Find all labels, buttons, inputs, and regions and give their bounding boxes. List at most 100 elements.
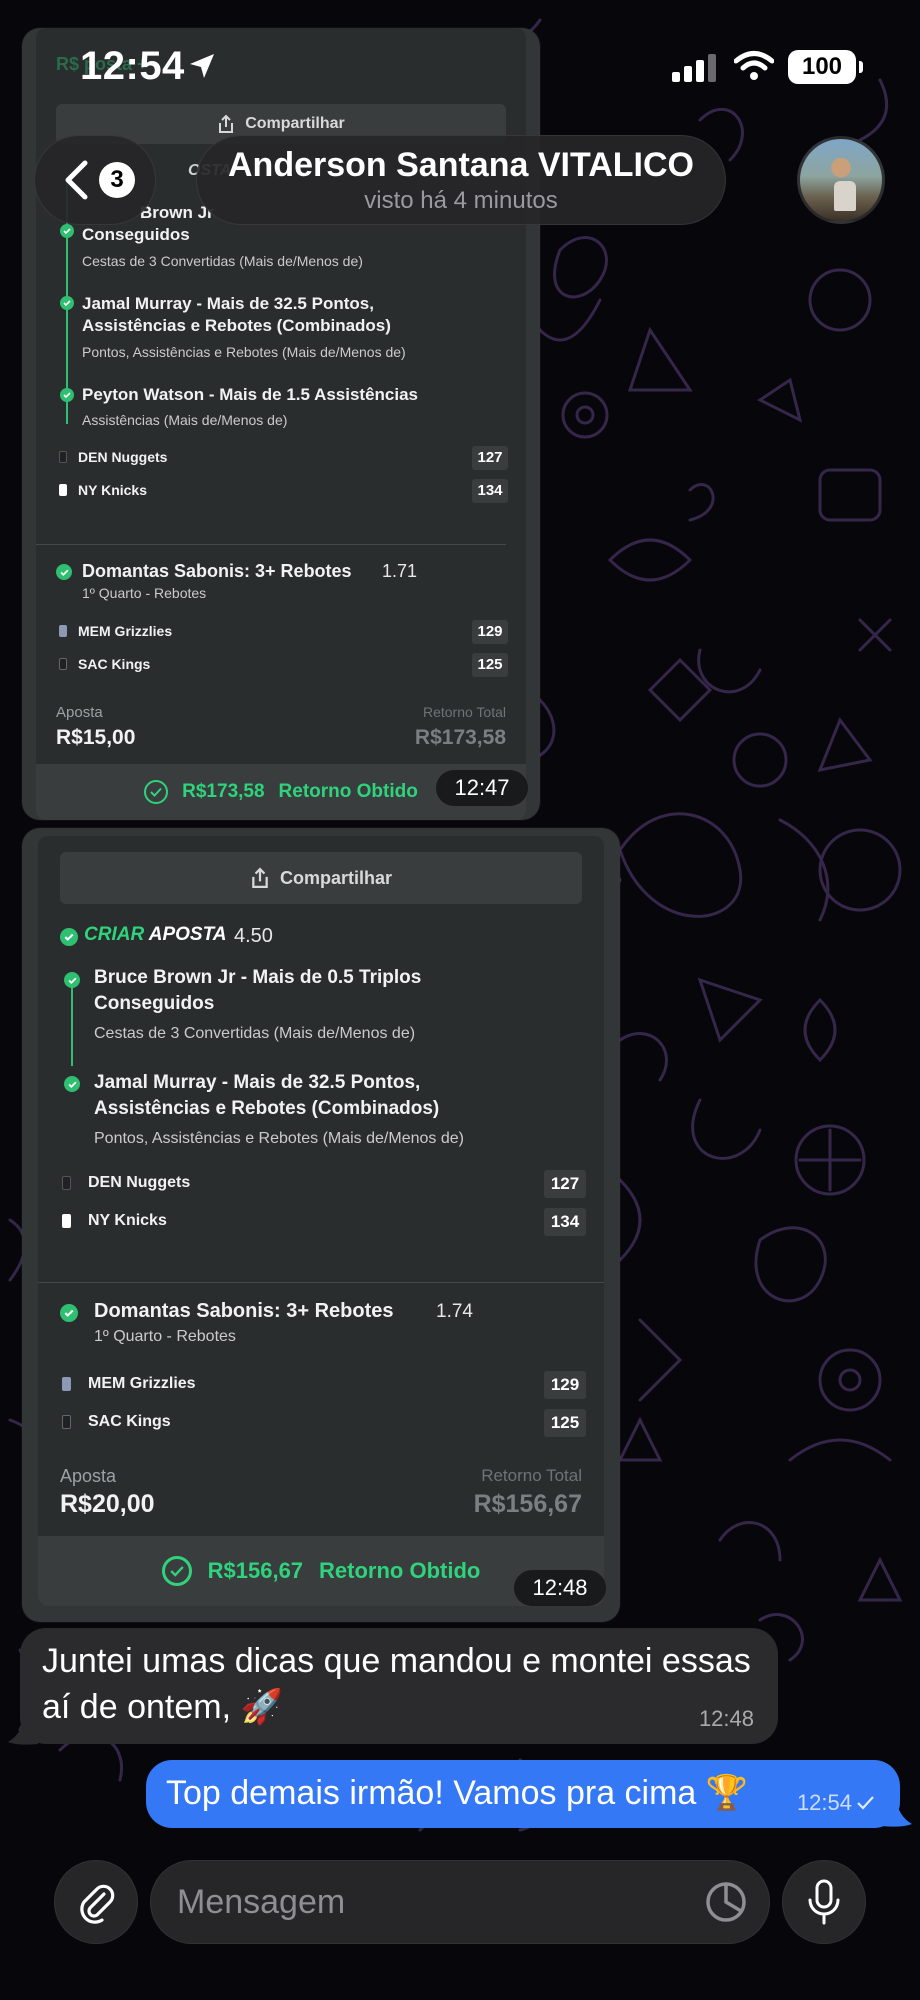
wifi-icon: [734, 51, 774, 80]
double-check-icon: [857, 1796, 874, 1810]
team-score: 125: [544, 1409, 586, 1437]
selection-desc: Cestas de 3 Convertidas (Mais de/Menos d…: [94, 1025, 416, 1042]
team-score: 125: [472, 653, 508, 677]
signal-icon: [672, 54, 716, 82]
selection-title: Jamal Murray - Mais de 32.5 Pontos,: [94, 1072, 421, 1093]
return-value: R$156,67: [473, 1490, 582, 1518]
team-name: SAC Kings: [88, 1413, 171, 1430]
message-time: 12:48: [514, 1570, 606, 1606]
back-button[interactable]: 3: [34, 135, 156, 225]
message-time: 12:48: [698, 1706, 754, 1731]
return-label: Retorno Total: [481, 1466, 582, 1485]
bubble-tail: [882, 1798, 912, 1827]
team-name: MEM Grizzlies: [88, 1375, 196, 1392]
status-bar: 12:54 100: [0, 0, 920, 130]
stake-value: R$20,00: [60, 1490, 155, 1518]
jersey-icon: [59, 484, 67, 496]
bet-desc: 1º Quarto - Rebotes: [94, 1328, 236, 1345]
message-text: aí de ontem, 🚀: [42, 1688, 283, 1726]
unread-count-badge: 3: [99, 162, 135, 198]
back-chevron-icon: [65, 160, 88, 200]
team-name: MEM Grizzlies: [78, 623, 173, 639]
obtained-value: R$156,67: [207, 1558, 304, 1583]
selection-title: Jamal Murray - Mais de 32.5 Pontos,: [82, 294, 374, 313]
share-icon: [252, 867, 268, 888]
team-name: NY Knicks: [78, 482, 147, 498]
bet-builder-brand: CRIAR APOSTA: [84, 924, 227, 946]
jersey-icon: [62, 1176, 71, 1190]
check-icon: [144, 780, 169, 804]
microphone-icon: [808, 1879, 840, 1925]
check-icon: [60, 388, 74, 402]
bubble-tail: [8, 1716, 38, 1745]
last-seen-status: visto há 4 minutos: [364, 187, 558, 214]
incoming-message[interactable]: Juntei umas dicas que mandou e montei es…: [20, 1628, 778, 1744]
team-name: SAC Kings: [78, 656, 151, 672]
team-name: NY Knicks: [88, 1212, 167, 1229]
jersey-icon: [62, 1415, 71, 1429]
message-input[interactable]: [177, 1877, 657, 1927]
brand-part-1: CRIAR: [84, 924, 145, 945]
sticker-icon[interactable]: [703, 1879, 749, 1925]
check-icon: [60, 1304, 78, 1322]
chat-title[interactable]: Anderson Santana VITALICO visto há 4 min…: [196, 135, 726, 225]
contact-name: Anderson Santana VITALICO: [228, 146, 694, 184]
message-time: 12:47: [436, 770, 528, 806]
bet-odds: 1.74: [436, 1301, 473, 1322]
battery-icon: 100: [788, 50, 863, 84]
share-label: Compartilhar: [279, 867, 393, 888]
check-icon: [60, 224, 74, 238]
stake-label: Aposta: [60, 1466, 117, 1486]
microphone-button[interactable]: [782, 1860, 866, 1944]
check-icon: [60, 296, 74, 310]
stake-value: R$15,00: [56, 726, 136, 749]
return-value: R$173,58: [414, 726, 506, 749]
bet-desc: 1º Quarto - Rebotes: [82, 585, 207, 601]
return-label: Retorno Total: [422, 704, 506, 720]
builder-odds: 4.50: [234, 925, 273, 947]
share-button[interactable]: Compartilhar: [60, 852, 582, 904]
message-time: 12:54: [797, 1790, 880, 1816]
check-icon: [161, 1556, 192, 1586]
check-icon: [64, 972, 80, 988]
selection-title: Assistências e Rebotes (Combinados): [94, 1098, 440, 1119]
selection-title: Bruce Brown Jr - Mais de 0.5 Triplos: [94, 967, 422, 988]
jersey-icon: [62, 1214, 71, 1228]
stake-label: Aposta: [56, 704, 103, 721]
attach-button[interactable]: [54, 1860, 138, 1944]
divider: [36, 544, 506, 545]
bet-odds: 1.71: [382, 561, 418, 581]
selection-title: Peyton Watson - Mais de 1.5 Assistências: [82, 385, 419, 404]
jersey-icon: [59, 451, 67, 463]
selection-title: Conseguidos: [94, 993, 215, 1014]
obtained-label: Retorno Obtido: [319, 1558, 481, 1583]
obtained-label: Retorno Obtido: [278, 781, 418, 802]
selection-title: Assistências e Rebotes (Combinados): [82, 316, 391, 335]
check-icon: [56, 564, 72, 580]
brand-part-2: APOSTA: [148, 924, 227, 945]
team-score: 129: [544, 1371, 586, 1399]
bet-message-2[interactable]: Compartilhar CRIAR APOSTA 4.50 Bruce Bro…: [22, 828, 620, 1622]
check-icon: [60, 928, 78, 946]
jersey-icon: [59, 658, 67, 670]
selection-desc: Assistências (Mais de/Menos de): [82, 412, 288, 428]
bet-slip-card: Compartilhar CRIAR APOSTA 4.50 Bruce Bro…: [38, 836, 604, 1606]
team-name: DEN Nuggets: [88, 1174, 191, 1191]
bet-title: Domantas Sabonis: 3+ Rebotes: [94, 1300, 394, 1322]
team-score: 127: [544, 1170, 586, 1198]
obtained-value: R$173,58: [182, 781, 265, 802]
selection-desc: Cestas de 3 Convertidas (Mais de/Menos d…: [82, 253, 363, 269]
status-time: 12:54: [80, 44, 185, 88]
message-input-field[interactable]: [150, 1860, 770, 1944]
outgoing-message[interactable]: Top demais irmão! Vamos pra cima 🏆 12:54: [146, 1760, 900, 1828]
selection-desc: Pontos, Assistências e Rebotes (Mais de/…: [82, 344, 406, 360]
selection-connector: [71, 980, 73, 1066]
paperclip-icon: [80, 1884, 115, 1924]
selection-title: Conseguidos: [82, 225, 190, 244]
avatar[interactable]: [797, 136, 885, 224]
jersey-icon: [59, 625, 67, 637]
team-score: 127: [472, 446, 508, 470]
divider: [38, 1282, 604, 1283]
jersey-icon: [62, 1377, 71, 1391]
team-score: 134: [544, 1208, 586, 1236]
